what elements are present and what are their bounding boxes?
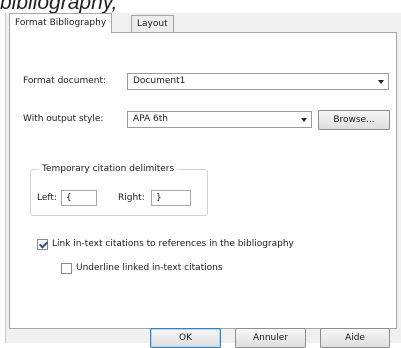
format-document-value: Document1 xyxy=(133,76,186,86)
right-delimiter-label: Right: xyxy=(118,193,145,203)
format-document-label: Format document: xyxy=(23,76,107,86)
right-delimiter-input[interactable]: } xyxy=(151,190,191,206)
ok-button[interactable]: OK xyxy=(150,328,221,348)
underline-citations-label: Underline linked in-text citations xyxy=(76,263,223,273)
output-style-value: APA 6th xyxy=(133,114,168,124)
citation-delimiters-group: Temporary citation delimiters Left: { Ri… xyxy=(30,163,208,216)
format-bibliography-dialog: Format Bibliography Layout Format docume… xyxy=(5,13,401,348)
output-style-select[interactable]: APA 6th xyxy=(127,111,312,128)
citation-delimiters-title: Temporary citation delimiters xyxy=(39,163,178,175)
tab-layout[interactable]: Layout xyxy=(131,15,174,32)
help-button[interactable]: Aide xyxy=(320,328,390,348)
chevron-down-icon xyxy=(378,80,384,84)
cancel-button[interactable]: Annuler xyxy=(235,328,306,348)
output-style-label: With output style: xyxy=(23,114,104,124)
underline-citations-checkbox[interactable] xyxy=(61,263,72,274)
browse-button[interactable]: Browse... xyxy=(318,110,390,130)
tab-format-bibliography[interactable]: Format Bibliography xyxy=(9,13,113,33)
link-citations-checkbox[interactable] xyxy=(37,239,48,250)
tab-panel-format-bibliography: Format document: Document1 With output s… xyxy=(9,32,397,329)
link-citations-label: Link in-text citations to references in … xyxy=(52,239,294,249)
chevron-down-icon xyxy=(301,118,307,122)
left-delimiter-label: Left: xyxy=(37,193,57,203)
left-delimiter-input[interactable]: { xyxy=(61,190,97,206)
format-document-select[interactable]: Document1 xyxy=(127,73,389,90)
